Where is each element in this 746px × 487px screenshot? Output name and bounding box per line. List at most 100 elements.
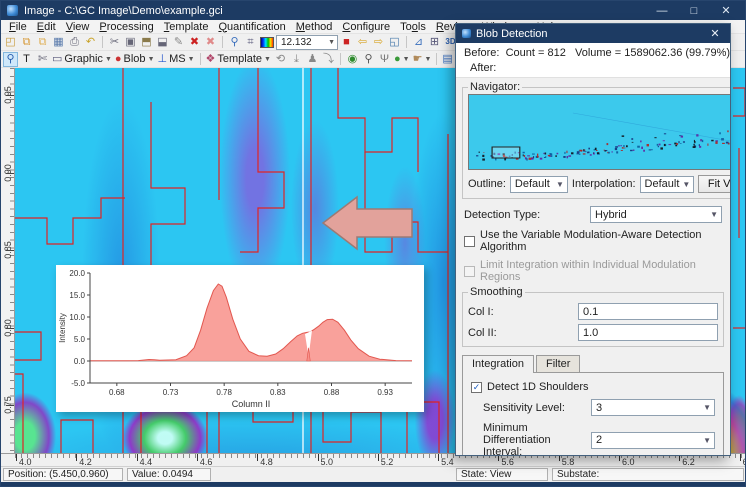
col2-input[interactable]: 1.0 (578, 324, 718, 341)
smoothing-label: Smoothing (470, 286, 523, 298)
navigator-speckle (564, 151, 566, 154)
nav-back-icon[interactable]: ⇦ (355, 35, 370, 50)
navigator-speckle (595, 150, 598, 151)
text-tool-icon[interactable]: T (19, 52, 34, 67)
open-file-icon[interactable]: ⧉ (19, 35, 34, 50)
navigator-speckle (550, 155, 553, 157)
tab-filter[interactable]: Filter (535, 355, 581, 373)
open-recent-icon[interactable]: ⧉ (35, 35, 50, 50)
chart-y-axis-label: Intensity (58, 313, 67, 343)
graphic-cut-icon[interactable]: ✄ (35, 52, 50, 67)
min-diff-select[interactable]: 2 ▼ (591, 431, 715, 449)
menu-configure[interactable]: Configure (337, 21, 395, 33)
navigator-speckle (555, 155, 557, 157)
retention-value-combo[interactable]: 12.132 ▼ (276, 34, 338, 50)
before-stats: Before: Count = 812 Volume = 1589062.36 … (464, 47, 730, 59)
variable-modulation-checkbox-row[interactable]: Use the Variable Modulation-Aware Detect… (464, 229, 722, 253)
navigator-speckle (543, 157, 546, 158)
template-dropdown[interactable]: ❖ Template ▼ (205, 52, 272, 67)
limit-integration-label: Limit Integration within Individual Modu… (480, 259, 696, 283)
navigator-speckle (620, 145, 622, 147)
search-properties-icon[interactable]: ⚲ (227, 35, 242, 50)
dialog-close-icon[interactable]: ✕ (706, 27, 724, 40)
close-button[interactable]: ✕ (713, 4, 739, 17)
blob-dropdown[interactable]: ● Blob ▼ (114, 52, 156, 67)
navigator-speckle (608, 151, 610, 154)
navigator-label: Navigator: (470, 81, 521, 93)
sphere-dropdown[interactable]: ● ▼ (393, 52, 411, 67)
menu-file[interactable]: File (4, 21, 32, 33)
ms-dropdown[interactable]: ⊥ MS ▼ (157, 52, 196, 67)
menu-method[interactable]: Method (291, 21, 338, 33)
cut-icon[interactable]: ✂ (107, 35, 122, 50)
navigator-speckle (715, 140, 718, 142)
detect-shoulders-checkbox-row[interactable]: ✓ Detect 1D Shoulders (471, 381, 715, 393)
cbs-globe-icon[interactable]: ◉ (345, 52, 360, 67)
detection-type-select[interactable]: Hybrid ▼ (590, 206, 722, 223)
hand-tool-dropdown[interactable]: ☛ ▼ (412, 52, 433, 67)
calculator-icon[interactable]: ⌗ (243, 35, 258, 50)
new-image-icon[interactable]: ◰ (3, 35, 18, 50)
navigator-speckle (522, 151, 525, 154)
menu-edit[interactable]: Edit (32, 21, 61, 33)
delete-icon[interactable]: ✖ (187, 35, 202, 50)
template-apply-icon[interactable]: ♟ (305, 52, 320, 67)
navigator-speckle (543, 152, 545, 155)
plot-icon[interactable]: ⊿ (411, 35, 426, 50)
template-update-icon[interactable]: ⤓ (289, 52, 304, 67)
y-ruler-major-tick (6, 327, 14, 329)
fit-view-button[interactable]: Fit View (698, 175, 730, 193)
colormap-icon[interactable] (259, 35, 275, 50)
col1-input[interactable]: 0.1 (578, 303, 718, 320)
navigator-speckle (657, 145, 659, 148)
copy-icon[interactable]: ▣ (123, 35, 138, 50)
menu-quantification[interactable]: Quantification (213, 21, 290, 33)
delete-all-icon[interactable]: ✖ (203, 35, 218, 50)
navigator-speckle (571, 152, 574, 155)
zoom-region-icon[interactable]: ◱ (387, 35, 402, 50)
template-options-icon[interactable]: ⤵ (321, 52, 336, 67)
navigator-speckle (701, 139, 704, 143)
navigator-speckle (699, 145, 702, 148)
template-edit-icon[interactable]: ⟲ (273, 52, 288, 67)
limit-integration-checkbox-row: Limit Integration within Individual Modu… (464, 259, 722, 283)
app-icon (7, 5, 18, 16)
graphic-dropdown[interactable]: ▭ Graphic ▼ (51, 52, 113, 67)
menu-template[interactable]: Template (159, 21, 214, 33)
menu-processing[interactable]: Processing (94, 21, 158, 33)
checkbox-checked[interactable]: ✓ (471, 381, 482, 393)
chart-x-tick-label: 0.88 (324, 388, 340, 397)
navigator-speckle (611, 151, 613, 153)
print-icon[interactable]: ⎙ (67, 35, 82, 50)
library-search-icon[interactable]: ⚲ (361, 52, 376, 67)
paste-icon[interactable]: ⬒ (139, 35, 154, 50)
menu-tools[interactable]: Tools (395, 21, 431, 33)
navigator-speckle (675, 144, 678, 147)
maximize-button[interactable]: □ (681, 5, 707, 17)
tab-integration[interactable]: Integration (462, 355, 534, 373)
edit-icon[interactable]: ✎ (171, 35, 186, 50)
sensitivity-select[interactable]: 3 ▼ (591, 399, 715, 416)
dialog-title-bar[interactable]: Blob Detection ✕ (456, 24, 730, 43)
interpolation-select[interactable]: Default ▼ (639, 175, 695, 193)
instrument-icon[interactable]: Ψ (377, 52, 392, 67)
navigator-speckle (711, 139, 714, 142)
toolbar-separator (222, 36, 223, 48)
variable-modulation-label: Use the Variable Modulation-Aware Detect… (480, 229, 702, 253)
zoom-tool-icon[interactable]: ⚲ (3, 51, 18, 67)
minimize-button[interactable]: — (649, 5, 675, 17)
menu-view[interactable]: View (61, 21, 95, 33)
nav-forward-icon[interactable]: ⇨ (371, 35, 386, 50)
navigator-speckle (544, 152, 547, 155)
navigator-speckle (646, 144, 649, 147)
navigator-speckle (482, 154, 485, 157)
merge-icon[interactable]: ⬓ (155, 35, 170, 50)
undo-icon[interactable]: ↶ (83, 35, 98, 50)
checkbox-unchecked[interactable] (464, 235, 475, 247)
navigator-speckle (568, 155, 572, 157)
navigator-thumbnail[interactable] (468, 94, 730, 170)
outline-select[interactable]: Default ▼ (509, 175, 568, 193)
table-icon[interactable]: ⊞ (427, 35, 442, 50)
record-stop-icon[interactable]: ■ (339, 35, 354, 50)
save-icon[interactable]: ▦ (51, 35, 66, 50)
